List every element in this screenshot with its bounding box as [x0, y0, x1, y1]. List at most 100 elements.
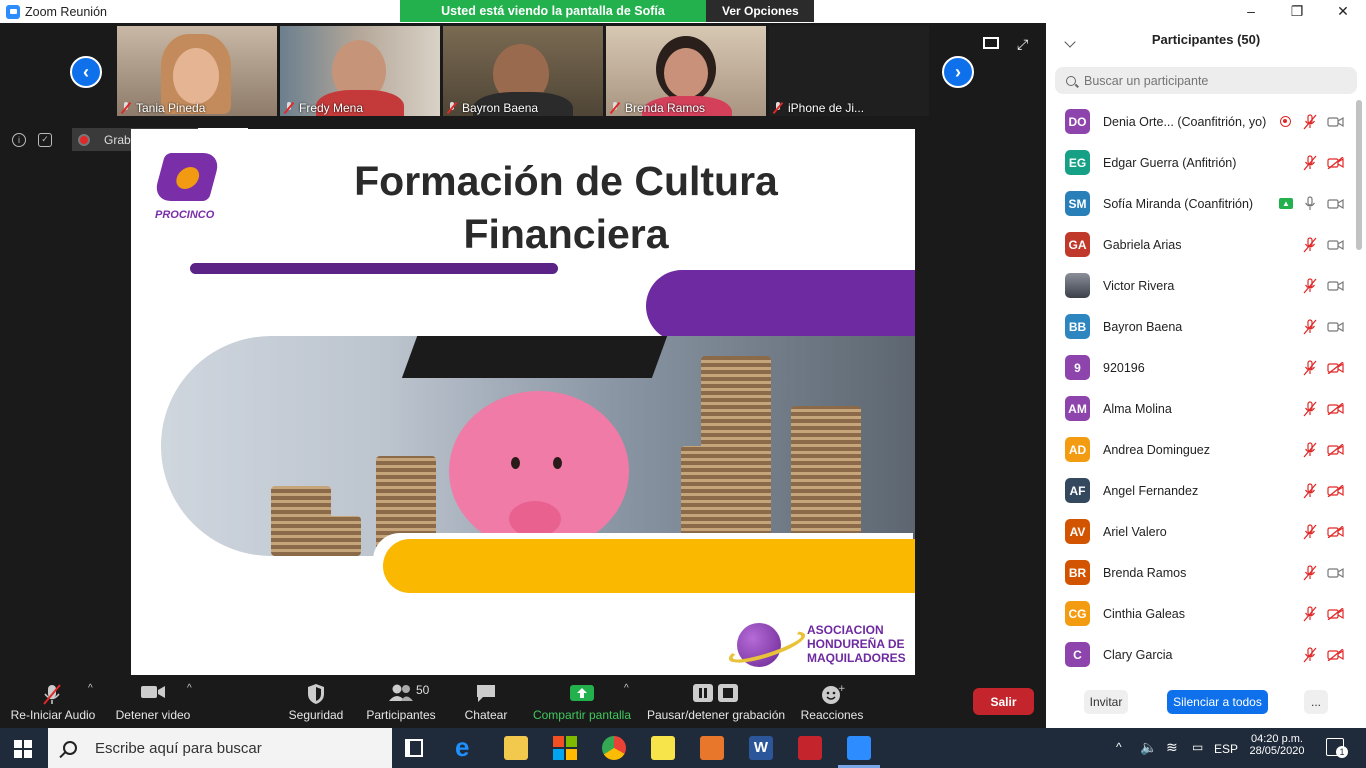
video-tile[interactable]: Bayron Baena	[443, 26, 603, 116]
video-off-icon[interactable]	[1327, 608, 1344, 620]
participant-row[interactable]: BB Bayron Baena	[1046, 306, 1356, 347]
participant-row[interactable]: C Clary Garcia	[1046, 634, 1356, 675]
chat-button[interactable]: Chatear	[460, 675, 512, 728]
participant-row[interactable]: GA Gabriela Arias	[1046, 224, 1356, 265]
taskbar-search[interactable]: Escribe aquí para buscar	[48, 728, 392, 768]
view-layout-icon[interactable]	[983, 37, 999, 49]
participant-row[interactable]: EG Edgar Guerra (Anfitrión)	[1046, 142, 1356, 183]
participant-row[interactable]: CG Cinthia Galeas	[1046, 593, 1356, 634]
participant-row[interactable]: Victor Rivera	[1046, 265, 1356, 306]
chevron-up-icon[interactable]: ^	[88, 683, 93, 694]
video-tile[interactable]: Fredy Mena	[280, 26, 440, 116]
chrome-icon[interactable]	[602, 736, 626, 760]
mic-icon[interactable]	[1303, 196, 1317, 212]
avatar: BR	[1065, 560, 1090, 585]
muted-mic-icon[interactable]	[1303, 524, 1317, 540]
info-icon[interactable]: i	[12, 132, 26, 147]
search-input[interactable]	[1084, 73, 1334, 88]
org-line1: ASOCIACION	[807, 623, 884, 637]
zoom-taskbar-icon[interactable]	[847, 736, 871, 760]
scrollbar[interactable]	[1356, 100, 1362, 250]
video-tile[interactable]: iPhone de Ji...	[769, 26, 929, 116]
view-options-button[interactable]: Ver Opciones ⌄	[706, 0, 814, 40]
muted-mic-icon[interactable]	[1303, 483, 1317, 499]
next-page-button[interactable]: ›	[942, 56, 974, 88]
video-camera-icon[interactable]	[1327, 239, 1344, 251]
fullscreen-icon[interactable]: ⤢	[1017, 37, 1031, 51]
video-off-icon[interactable]	[1327, 526, 1344, 538]
panel-title: Participantes (50)	[1151, 32, 1261, 47]
video-off-icon[interactable]	[1327, 485, 1344, 497]
avatar: AD	[1065, 437, 1090, 462]
video-off-icon[interactable]	[1327, 362, 1344, 374]
video-button[interactable]: ^ Detener video	[112, 675, 194, 728]
share-screen-button[interactable]: ^ Compartir pantalla	[530, 675, 634, 728]
participant-row[interactable]: AV Ariel Valero	[1046, 511, 1356, 552]
video-camera-icon[interactable]	[1327, 198, 1344, 210]
video-off-icon[interactable]	[1327, 403, 1344, 415]
video-off-icon[interactable]	[1327, 444, 1344, 456]
close-icon[interactable]: ✕	[1320, 0, 1366, 23]
muted-mic-icon[interactable]	[1303, 237, 1317, 253]
audio-button[interactable]: ^ Re-Iniciar Audio	[8, 675, 98, 728]
participant-row[interactable]: AF Angel Fernandez	[1046, 470, 1356, 511]
mute-all-button[interactable]: Silenciar a todos	[1167, 690, 1268, 714]
participant-row[interactable]: 9 920196	[1046, 347, 1356, 388]
muted-mic-icon[interactable]	[1303, 278, 1317, 294]
recording-button[interactable]: Pausar/detener grabación	[644, 675, 788, 728]
muted-mic-icon[interactable]	[1303, 565, 1317, 581]
chevron-up-icon[interactable]: ^	[187, 683, 192, 694]
sticky-notes-icon[interactable]	[651, 736, 675, 760]
language-indicator[interactable]: ESP	[1214, 742, 1238, 756]
shield-icon[interactable]: ✓	[38, 132, 52, 147]
muted-mic-icon[interactable]	[1303, 647, 1317, 663]
file-explorer-icon[interactable]	[504, 736, 528, 760]
video-tile[interactable]: Brenda Ramos	[606, 26, 766, 116]
org-line2: HONDUREÑA DE	[807, 637, 905, 651]
video-off-icon[interactable]	[1327, 649, 1344, 661]
video-tile[interactable]: Tania Pineda	[117, 26, 277, 116]
participant-row[interactable]: AM Alma Molina	[1046, 388, 1356, 429]
edge-icon[interactable]: e	[455, 734, 479, 760]
maximize-icon[interactable]: ❐	[1274, 0, 1320, 23]
participants-button[interactable]: 50 Participantes	[362, 675, 440, 728]
more-options-button[interactable]: ...	[1304, 690, 1328, 714]
video-camera-icon[interactable]	[1327, 321, 1344, 333]
windows-start-icon[interactable]	[14, 740, 32, 758]
network-icon[interactable]: ≋	[1166, 739, 1178, 756]
chat-icon	[477, 685, 495, 702]
video-camera-icon[interactable]	[1327, 116, 1344, 128]
muted-mic-icon[interactable]	[1303, 155, 1317, 171]
chevron-up-icon[interactable]: ^	[624, 683, 629, 694]
muted-mic-icon[interactable]	[1303, 360, 1317, 376]
clock[interactable]: 04:20 p.m. 28/05/2020	[1246, 733, 1308, 757]
tray-chevron-icon[interactable]: ^	[1116, 740, 1122, 754]
task-view-icon[interactable]	[405, 739, 423, 757]
outlook-icon[interactable]	[700, 736, 724, 760]
invite-button[interactable]: Invitar	[1084, 690, 1128, 714]
muted-mic-icon[interactable]	[1303, 114, 1317, 130]
participant-row[interactable]: DO Denia Orte... (Coanfitrión, yo)	[1046, 101, 1356, 142]
security-app-icon[interactable]	[798, 736, 822, 760]
volume-icon[interactable]: 🔈	[1140, 739, 1157, 756]
muted-mic-icon[interactable]	[1303, 319, 1317, 335]
participant-row[interactable]: SM Sofía Miranda (Coanfitrión) ▲	[1046, 183, 1356, 224]
share-screen-label: Compartir pantalla	[532, 708, 632, 722]
prev-page-button[interactable]: ‹	[70, 56, 102, 88]
minimize-icon[interactable]: –	[1228, 0, 1274, 23]
reactions-button[interactable]: + Reacciones	[797, 675, 867, 728]
video-camera-icon[interactable]	[1327, 567, 1344, 579]
store-icon[interactable]	[553, 736, 577, 760]
muted-mic-icon[interactable]	[1303, 606, 1317, 622]
leave-button[interactable]: Salir	[973, 688, 1034, 715]
video-camera-icon[interactable]	[1327, 280, 1344, 292]
security-button[interactable]: Seguridad	[283, 675, 349, 728]
word-icon[interactable]: W	[749, 736, 773, 760]
video-off-icon[interactable]	[1327, 157, 1344, 169]
participant-row[interactable]: AD Andrea Dominguez	[1046, 429, 1356, 470]
video-strip: ‹ Tania Pineda Fredy Mena Bayron Baena B…	[0, 23, 1046, 127]
muted-mic-icon[interactable]	[1303, 442, 1317, 458]
battery-icon[interactable]: ▭	[1192, 740, 1203, 754]
muted-mic-icon[interactable]	[1303, 401, 1317, 417]
participant-row[interactable]: BR Brenda Ramos	[1046, 552, 1356, 593]
